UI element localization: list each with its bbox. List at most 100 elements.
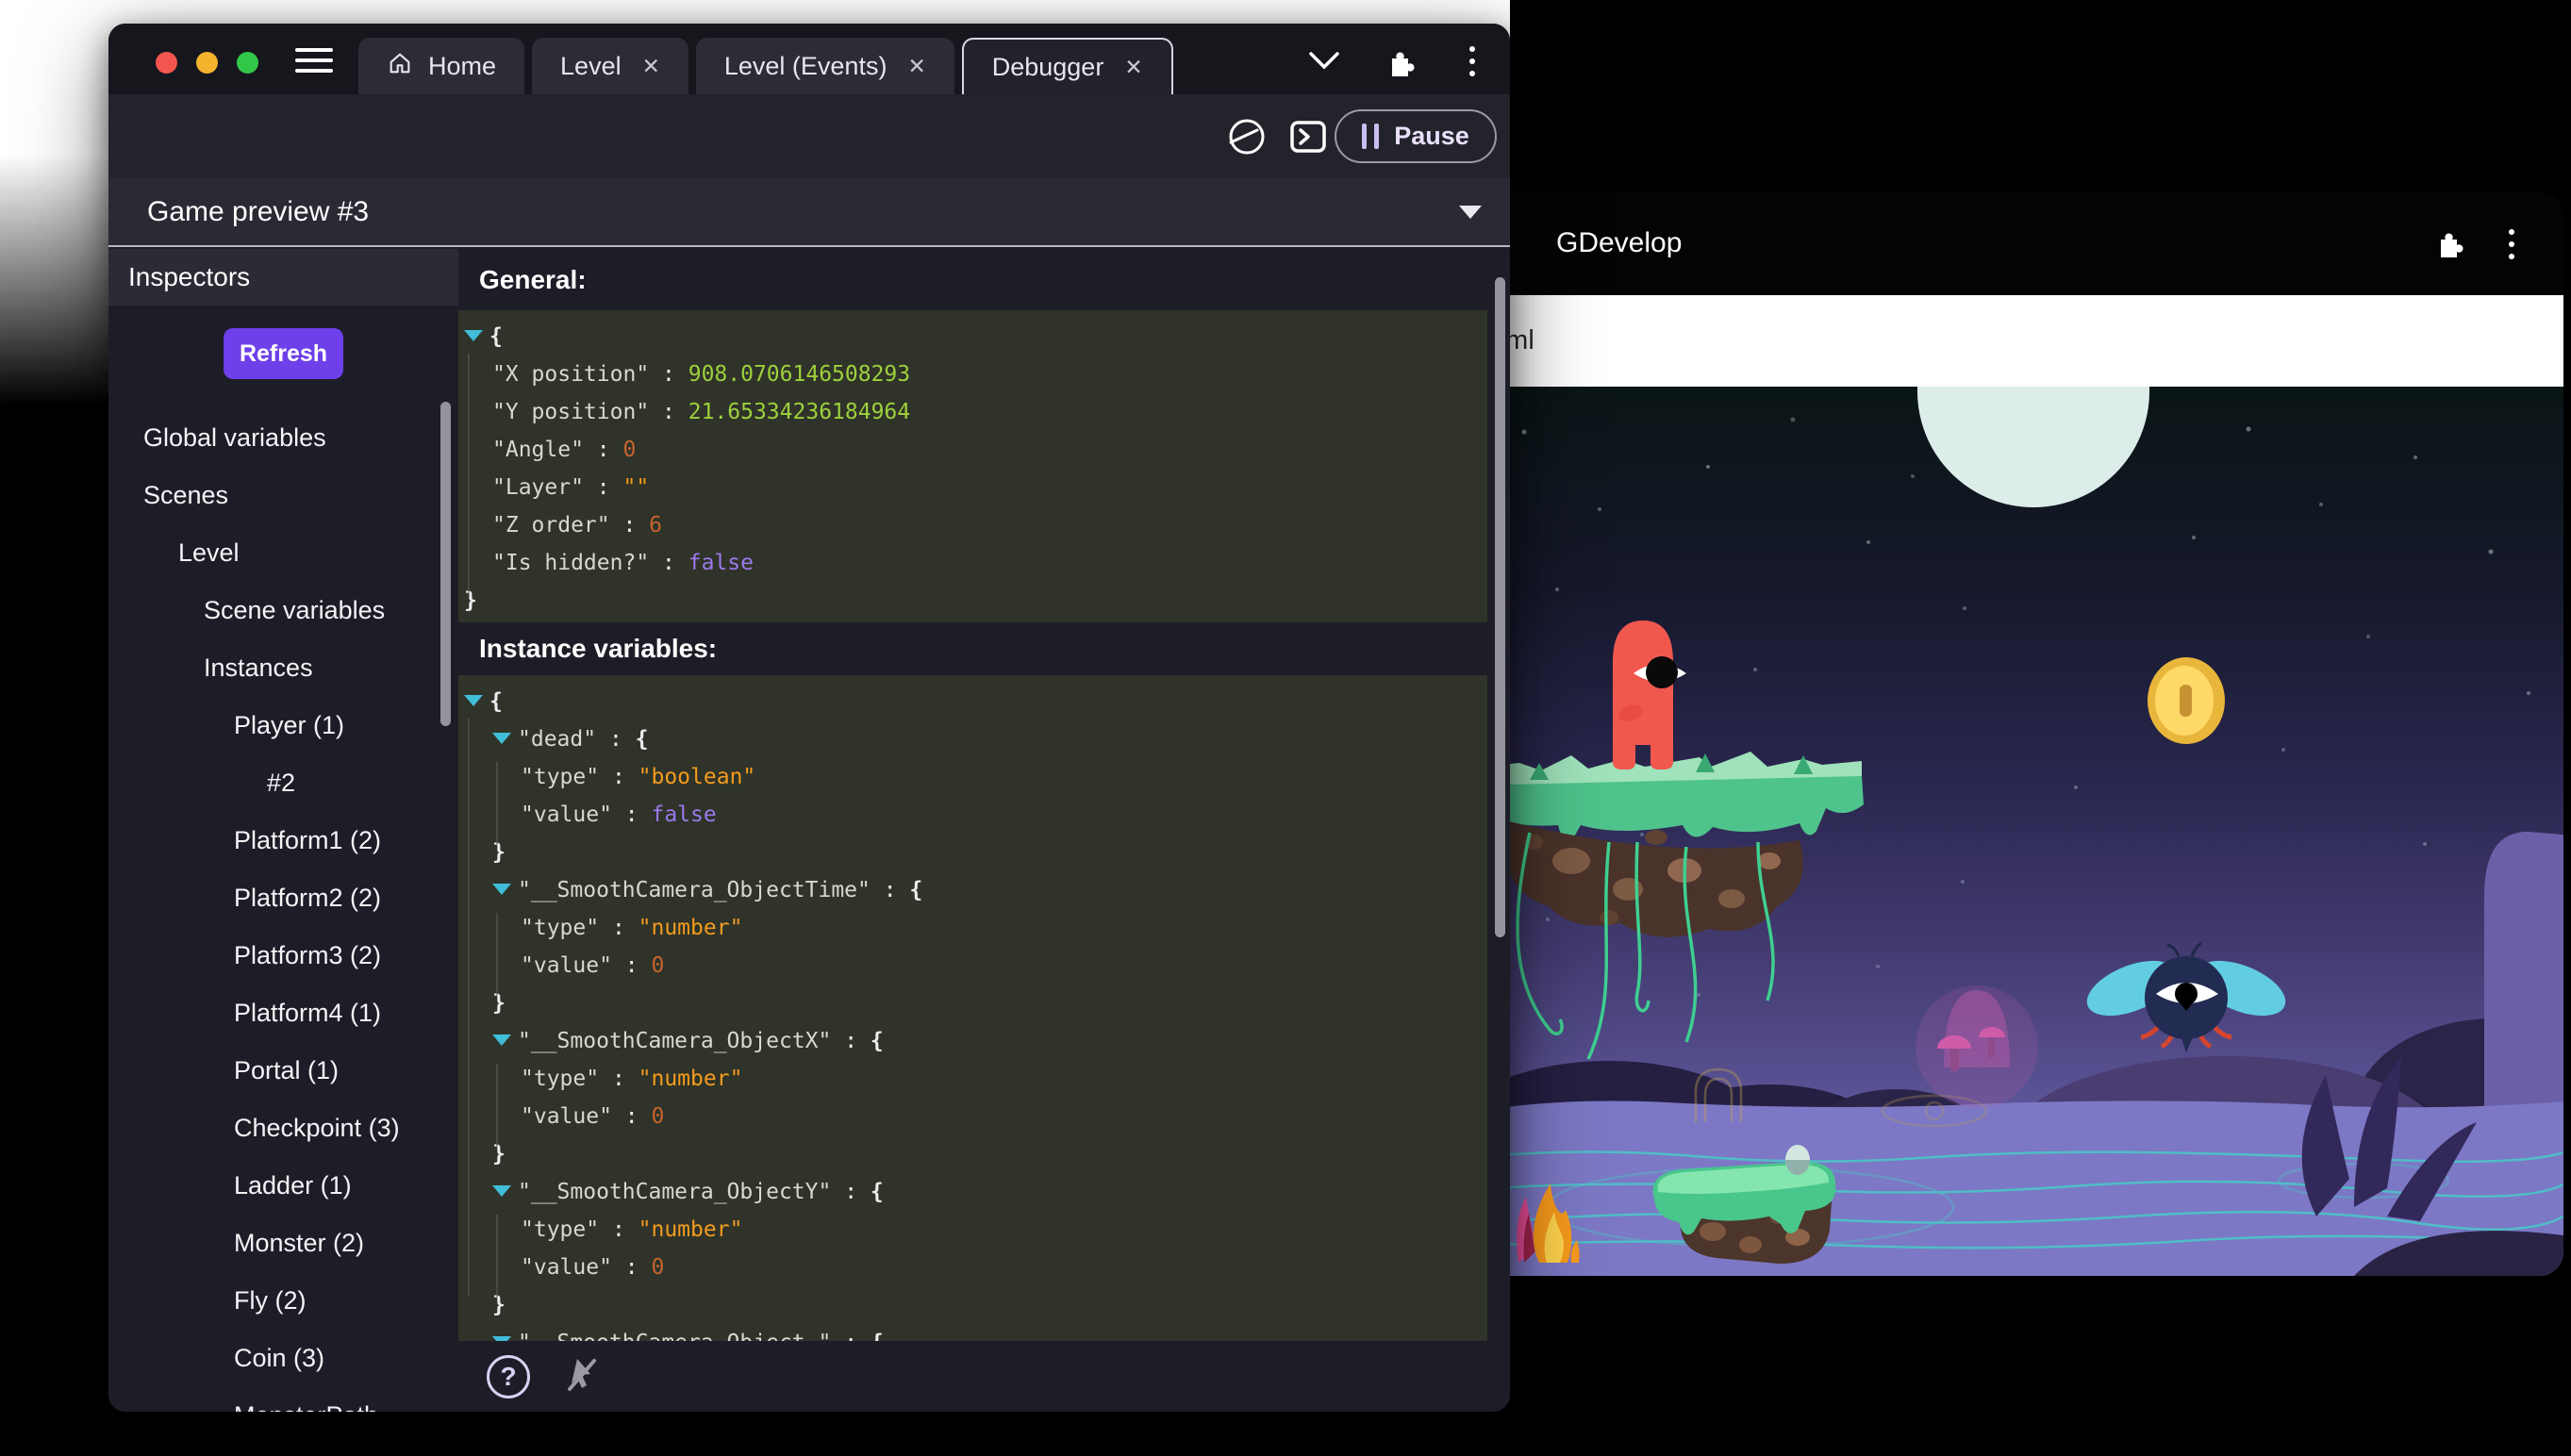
expander-icon[interactable] [464, 695, 483, 706]
menu-kebab-icon[interactable] [1469, 46, 1475, 83]
expander-icon[interactable] [492, 733, 511, 744]
sidebar-header: Inspectors [108, 249, 458, 306]
help-glyph: ? [500, 1362, 516, 1392]
json-line: } [458, 984, 1487, 1022]
sidebar-item-scenes[interactable]: Scenes [108, 467, 458, 524]
menu-kebab-icon[interactable] [2509, 229, 2514, 266]
general-json-panel: {"X position" : 908.0706146508293"Y posi… [458, 310, 1487, 622]
json-line: "__SmoothCamera_ObjectTime" : { [458, 871, 1487, 909]
home-icon [387, 50, 413, 83]
inspectors-sidebar: Inspectors Refresh Global variablesScene… [108, 249, 458, 1412]
sidebar-item-fly-2[interactable]: Fly (2) [108, 1272, 458, 1330]
pause-icon [1362, 124, 1379, 149]
window-zoom-button[interactable] [237, 52, 258, 74]
profiler-icon[interactable] [1225, 115, 1269, 163]
extensions-icon[interactable] [1383, 46, 1415, 83]
json-line: "value" : 0 [458, 1249, 1487, 1286]
expander-icon[interactable] [464, 330, 483, 341]
game-preview-window: GDevelop html [1468, 191, 2563, 1276]
chevron-down-icon[interactable] [1308, 50, 1340, 75]
general-title: General: [479, 265, 587, 295]
game-window-title: GDevelop [1556, 227, 1682, 259]
instance-variables-header: Instance variables: [479, 622, 717, 675]
debugger-window: HomeLevel✕Level (Events)✕Debugger✕ Pause… [108, 24, 1510, 1412]
instance-variables-title: Instance variables: [479, 634, 717, 664]
window-minimize-button[interactable] [196, 52, 218, 74]
tab-label: Level (Events) [724, 52, 887, 81]
sidebar-item-platform3-2[interactable]: Platform3 (2) [108, 927, 458, 984]
sidebar-item-monster-2[interactable]: Monster (2) [108, 1215, 458, 1272]
game-viewport[interactable] [1468, 387, 2563, 1276]
tab-bar: HomeLevel✕Level (Events)✕Debugger✕ [108, 24, 1510, 94]
console-icon[interactable] [1288, 117, 1328, 161]
tab-close-icon[interactable]: ✕ [907, 54, 925, 79]
json-line: "type" : "number" [458, 1060, 1487, 1098]
sidebar-item-platform4-1[interactable]: Platform4 (1) [108, 984, 458, 1042]
json-line: "value" : false [458, 796, 1487, 834]
sidebar-item-global-variables[interactable]: Global variables [108, 409, 458, 467]
json-line: "value" : 0 [458, 1098, 1487, 1135]
extensions-icon[interactable] [2431, 227, 2463, 264]
game-preview-title: Game preview #3 [147, 196, 369, 228]
refresh-button[interactable]: Refresh [224, 328, 343, 379]
tab-label: Home [428, 52, 496, 81]
help-icon[interactable]: ? [487, 1355, 530, 1398]
sidebar-item-2[interactable]: #2 [108, 754, 458, 812]
json-line: } [458, 1286, 1487, 1324]
json-line: { [458, 683, 1487, 720]
expander-icon[interactable] [492, 884, 511, 895]
game-preview-selector[interactable]: Game preview #3 [108, 178, 1510, 247]
dropdown-caret-icon [1459, 206, 1482, 219]
sidebar-item-instances[interactable]: Instances [108, 639, 458, 697]
inspector-content: General: {"X position" : 908.07061465082… [458, 249, 1510, 1412]
json-line: "type" : "boolean" [458, 758, 1487, 796]
sidebar-item-platform2-2[interactable]: Platform2 (2) [108, 869, 458, 927]
sidebar-item-scene-variables[interactable]: Scene variables [108, 582, 458, 639]
tab-level-events[interactable]: Level (Events) ✕ [696, 38, 954, 94]
expander-icon[interactable] [492, 1185, 511, 1197]
json-line: "type" : "number" [458, 909, 1487, 947]
json-line: } [458, 834, 1487, 871]
tab-close-icon[interactable]: ✕ [1124, 55, 1142, 80]
json-line: { [458, 318, 1487, 356]
sidebar-item-level[interactable]: Level [108, 524, 458, 582]
url-bar[interactable]: html [1468, 295, 2563, 387]
debugger-body: Inspectors Refresh Global variablesScene… [108, 249, 1510, 1412]
json-line: "type" : "number" [458, 1211, 1487, 1249]
inspector-tree: Global variablesScenesLevelScene variabl… [108, 409, 458, 1412]
sidebar-item-platform1-2[interactable]: Platform1 (2) [108, 812, 458, 869]
sidebar-item-coin-3[interactable]: Coin (3) [108, 1330, 458, 1387]
json-line: "Angle" : 0 [458, 431, 1487, 469]
tab-debugger[interactable]: Debugger✕ [962, 38, 1173, 94]
tab-strip: HomeLevel✕Level (Events)✕Debugger✕ [358, 38, 1173, 94]
hamburger-menu-icon[interactable] [295, 48, 333, 79]
sidebar-item-checkpoint-3[interactable]: Checkpoint (3) [108, 1100, 458, 1157]
tab-level[interactable]: Level ✕ [532, 38, 688, 94]
game-window-titlebar: GDevelop [1468, 191, 2563, 295]
json-line: "Z order" : 6 [458, 506, 1487, 544]
json-line: "Y position" : 21.65334236184964 [458, 393, 1487, 431]
sidebar-item-ladder-1[interactable]: Ladder (1) [108, 1157, 458, 1215]
json-line: "__SmoothCamera_Object…" : { [458, 1324, 1487, 1341]
instance-variables-json-panel: {"dead" : {"type" : "boolean""value" : f… [458, 675, 1487, 1341]
json-line: "X position" : 908.0706146508293 [458, 356, 1487, 393]
sidebar-scrollbar[interactable] [440, 402, 451, 726]
sidebar-item-monsterpath[interactable]: MonsterPath [108, 1387, 458, 1412]
tab-label: Level [560, 52, 622, 81]
json-line: "__SmoothCamera_ObjectX" : { [458, 1022, 1487, 1060]
expander-icon[interactable] [492, 1034, 511, 1046]
json-line: "dead" : { [458, 720, 1487, 758]
tab-home[interactable]: Home [358, 38, 524, 94]
no-pointer-icon[interactable] [562, 1353, 604, 1399]
mushrooms [1916, 985, 2038, 1108]
json-line: "Layer" : "" [458, 469, 1487, 506]
window-close-button[interactable] [156, 52, 177, 74]
sidebar-item-portal-1[interactable]: Portal (1) [108, 1042, 458, 1100]
coin [2148, 657, 2225, 744]
json-line: "__SmoothCamera_ObjectY" : { [458, 1173, 1487, 1211]
sidebar-item-player-1[interactable]: Player (1) [108, 697, 458, 754]
tab-close-icon[interactable]: ✕ [642, 54, 660, 79]
pause-button[interactable]: Pause [1335, 109, 1497, 163]
game-scene [1468, 387, 2563, 1276]
content-scrollbar[interactable] [1495, 277, 1505, 937]
